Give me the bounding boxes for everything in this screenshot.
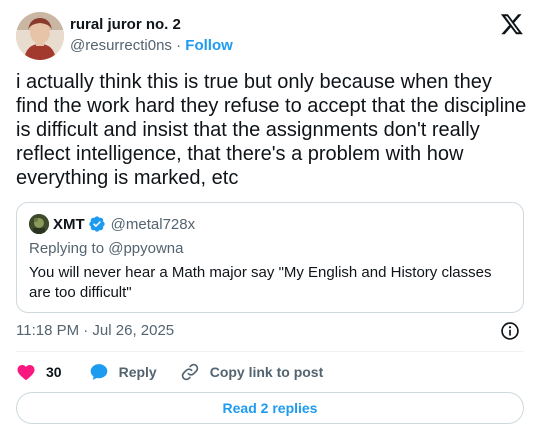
quoted-author-avatar bbox=[29, 214, 49, 234]
author-name[interactable]: rural juror no. 2 bbox=[70, 15, 233, 35]
author-info: rural juror no. 2 @resurrecti0ns · Follo… bbox=[70, 15, 233, 56]
quoted-post[interactable]: XMT @metal728x Replying to @ppyowna You … bbox=[16, 202, 524, 313]
post-header: rural juror no. 2 @resurrecti0ns · Follo… bbox=[16, 12, 524, 60]
author-handle[interactable]: @resurrecti0ns bbox=[70, 37, 172, 54]
quoted-author-handle: @metal728x bbox=[110, 215, 196, 233]
action-bar: 30 Reply Copy link to post bbox=[16, 361, 323, 383]
author-avatar[interactable] bbox=[16, 12, 64, 60]
embedded-post-card: rural juror no. 2 @resurrecti0ns · Follo… bbox=[0, 0, 540, 439]
separator-dot: · bbox=[176, 37, 182, 54]
info-icon[interactable] bbox=[500, 321, 520, 341]
quoted-post-header: XMT @metal728x bbox=[29, 214, 195, 234]
quoted-author-name: XMT bbox=[53, 215, 85, 233]
heart-icon bbox=[17, 365, 35, 380]
x-logo-icon[interactable] bbox=[500, 12, 524, 36]
post-text: i actually think this is true but only b… bbox=[16, 71, 527, 189]
quoted-post-text: You will never hear a Math major say "My… bbox=[29, 264, 492, 301]
reply-label: Reply bbox=[118, 364, 157, 380]
timestamp[interactable]: 11:18 PM · Jul 26, 2025 bbox=[16, 322, 174, 339]
divider bbox=[16, 351, 524, 352]
copy-link-label: Copy link to post bbox=[209, 364, 324, 380]
reply-bubble-icon bbox=[90, 364, 107, 380]
like-count: 30 bbox=[46, 364, 62, 380]
like-button[interactable]: 30 bbox=[16, 362, 62, 382]
replying-to: Replying to @ppyowna bbox=[29, 240, 184, 257]
read-replies-button[interactable]: Read 2 replies bbox=[16, 392, 524, 424]
follow-button[interactable]: Follow bbox=[185, 37, 233, 54]
copy-link-button[interactable]: Copy link to post bbox=[180, 362, 324, 382]
link-icon bbox=[181, 363, 198, 381]
post-meta: 11:18 PM · Jul 26, 2025 bbox=[16, 321, 524, 341]
verified-badge-icon bbox=[88, 215, 106, 233]
reply-button[interactable]: Reply bbox=[89, 362, 157, 382]
author-handle-line: @resurrecti0ns · Follow bbox=[70, 36, 233, 56]
